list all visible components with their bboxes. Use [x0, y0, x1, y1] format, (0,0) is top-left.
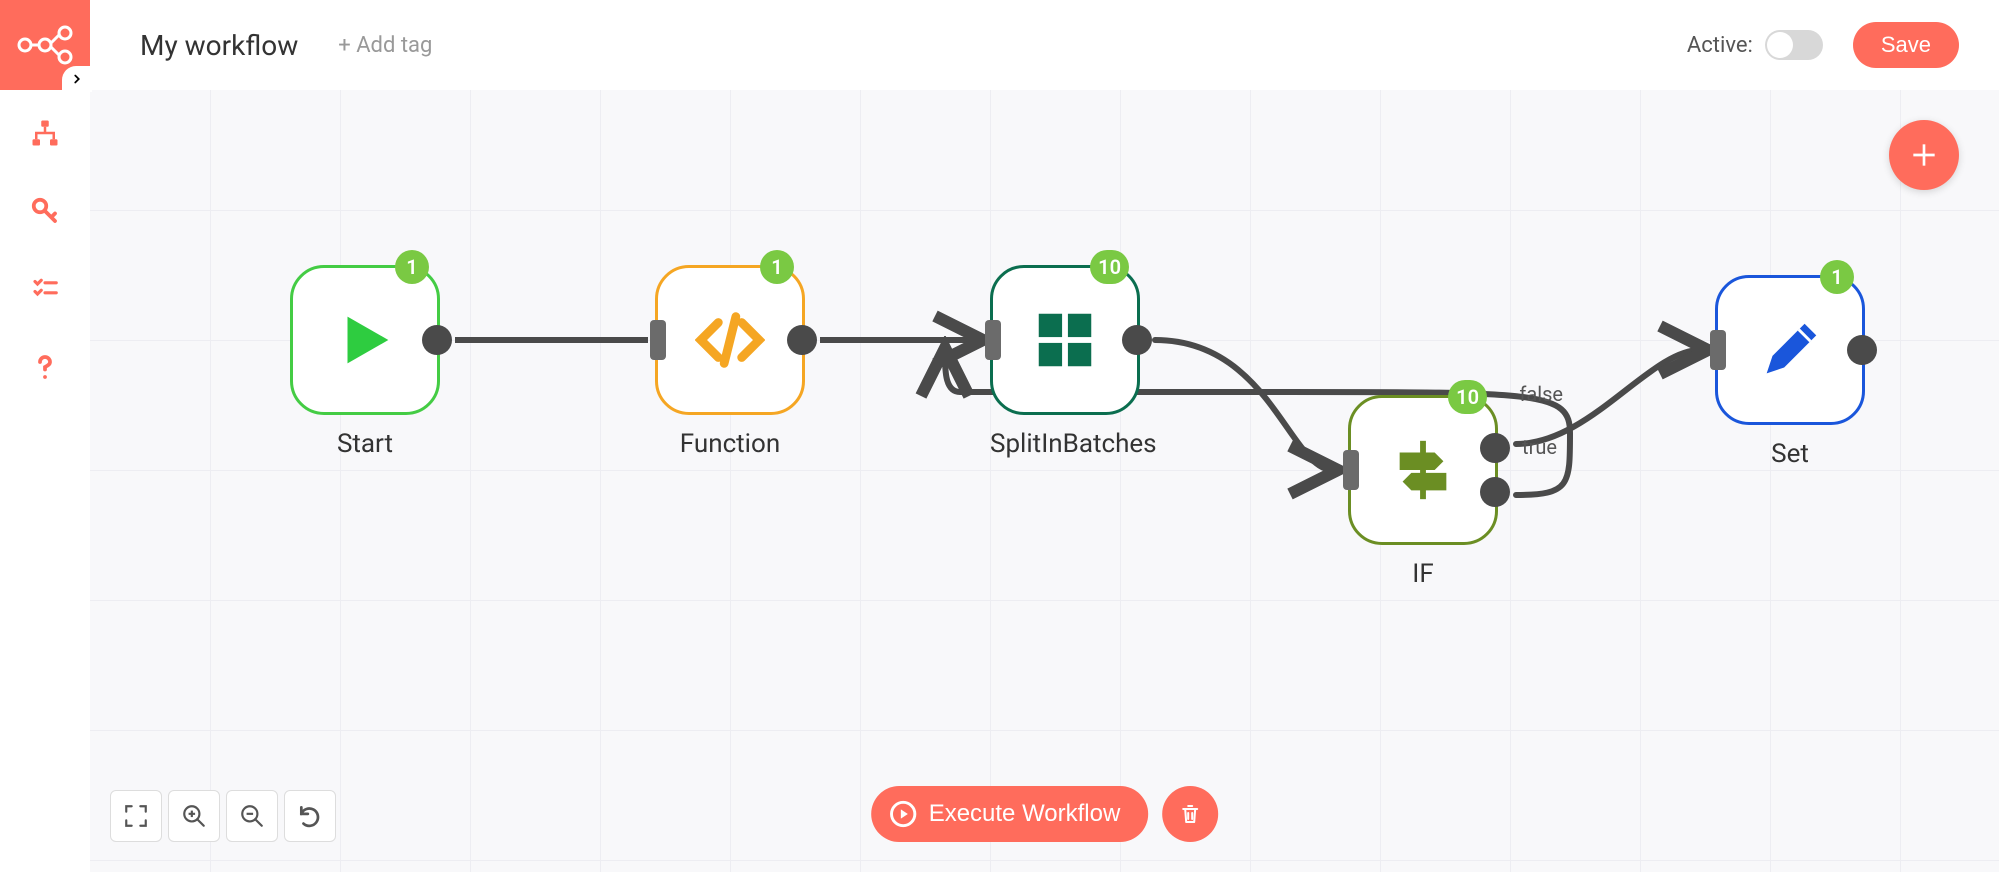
add-node-button[interactable]	[1889, 120, 1959, 190]
node-function[interactable]: 1 Function	[655, 265, 805, 459]
signpost-icon	[1388, 435, 1458, 505]
sidebar	[0, 0, 90, 872]
list-icon	[30, 274, 60, 304]
node-badge: 1	[1820, 260, 1854, 294]
node-start[interactable]: 1 Start	[290, 265, 440, 459]
port-in[interactable]	[1343, 450, 1359, 490]
play-circle-icon	[889, 800, 917, 828]
code-icon	[695, 305, 765, 375]
grid-icon	[1030, 305, 1100, 375]
n8n-logo-icon	[17, 25, 73, 65]
sidebar-credentials[interactable]	[0, 176, 90, 246]
execute-workflow-button[interactable]: Execute Workflow	[871, 786, 1149, 842]
node-set[interactable]: 1 Set	[1715, 275, 1865, 469]
port-in[interactable]	[1710, 330, 1726, 370]
logo[interactable]	[0, 0, 90, 90]
port-label-true: true	[1522, 435, 1557, 459]
play-icon	[330, 305, 400, 375]
port-out[interactable]	[1122, 325, 1152, 355]
port-out[interactable]	[787, 325, 817, 355]
canvas[interactable]: 1 Start 1 Function 10 S	[90, 90, 1999, 872]
node-badge: 1	[760, 250, 794, 284]
fit-view-button[interactable]	[110, 790, 162, 842]
edges-layer	[90, 90, 1999, 872]
canvas-tools	[110, 790, 336, 842]
active-toggle[interactable]	[1765, 30, 1823, 60]
node-splitinbatches[interactable]: 10 SplitInBatches	[990, 265, 1140, 459]
node-label: Set	[1715, 439, 1865, 469]
delete-executions-button[interactable]	[1162, 786, 1218, 842]
node-label: Function	[655, 429, 805, 459]
trash-icon	[1178, 802, 1202, 826]
port-out[interactable]	[1847, 335, 1877, 365]
zoom-out-icon	[239, 803, 265, 829]
port-in[interactable]	[650, 320, 666, 360]
execute-label: Execute Workflow	[929, 800, 1121, 828]
bottom-center-toolbar: Execute Workflow	[871, 786, 1219, 842]
zoom-in-icon	[181, 803, 207, 829]
node-if[interactable]: 10 true false IF	[1348, 395, 1498, 589]
save-button[interactable]: Save	[1853, 22, 1959, 68]
sidebar-executions[interactable]	[0, 254, 90, 324]
port-out-true[interactable]	[1480, 433, 1510, 463]
node-badge: 1	[395, 250, 429, 284]
port-out-false[interactable]	[1480, 477, 1510, 507]
node-label: Start	[290, 429, 440, 459]
add-tag-button[interactable]: + Add tag	[338, 33, 432, 58]
reset-view-button[interactable]	[284, 790, 336, 842]
port-label-false: false	[1519, 382, 1563, 406]
chevron-right-icon	[70, 72, 84, 86]
node-badge: 10	[1448, 380, 1487, 414]
port-in[interactable]	[985, 320, 1001, 360]
workflows-icon	[30, 118, 60, 148]
question-icon	[30, 352, 60, 382]
node-label: IF	[1348, 559, 1498, 589]
undo-icon	[297, 803, 323, 829]
key-icon	[30, 196, 60, 226]
port-out[interactable]	[422, 325, 452, 355]
pencil-icon	[1755, 315, 1825, 385]
zoom-in-button[interactable]	[168, 790, 220, 842]
plus-icon	[1908, 139, 1940, 171]
workflow-name[interactable]: My workflow	[140, 29, 298, 62]
sidebar-help[interactable]	[0, 332, 90, 402]
node-label: SplitInBatches	[990, 429, 1140, 459]
zoom-out-button[interactable]	[226, 790, 278, 842]
active-label: Active:	[1687, 33, 1753, 58]
header: My workflow + Add tag Active: Save	[90, 0, 1999, 90]
sidebar-workflows[interactable]	[0, 98, 90, 168]
sidebar-toggle[interactable]	[62, 66, 92, 92]
fit-view-icon	[123, 803, 149, 829]
node-badge: 10	[1090, 250, 1129, 284]
